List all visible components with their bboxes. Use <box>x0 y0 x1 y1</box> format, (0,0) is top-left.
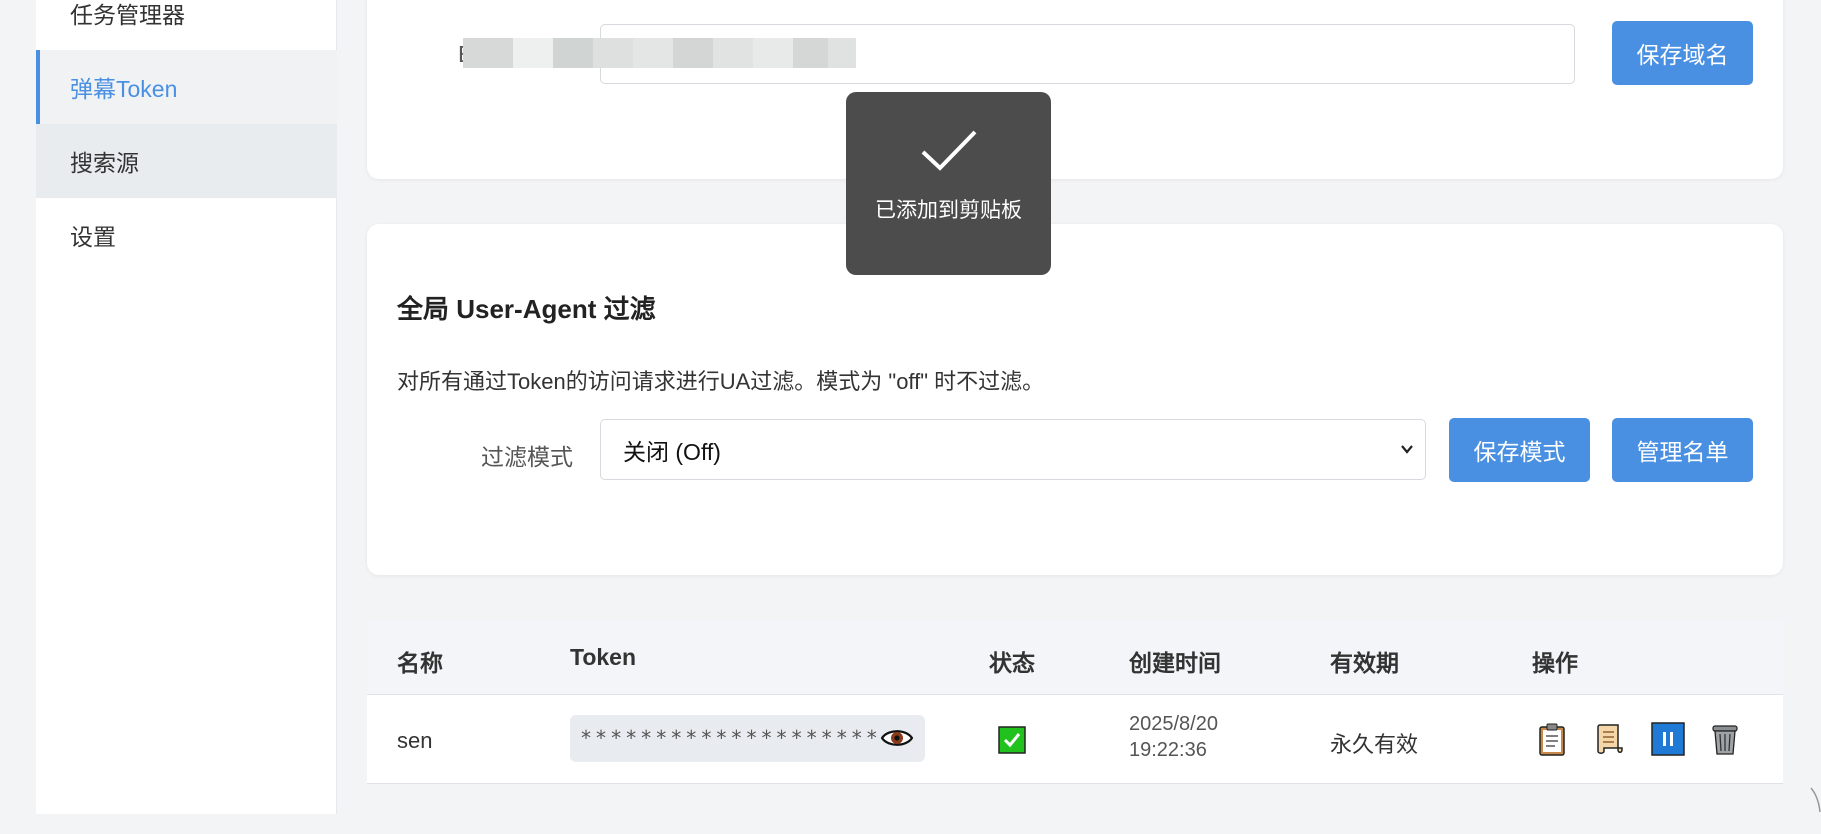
save-domain-button[interactable]: 保存域名 <box>1612 21 1753 85</box>
clipboard-toast: 已添加到剪贴板 <box>846 92 1051 275</box>
window-left-gutter <box>0 0 36 834</box>
column-header-actions: 操作 <box>1532 650 1578 676</box>
manage-list-button[interactable]: 管理名单 <box>1612 418 1753 482</box>
status-enabled-checkbox-icon[interactable] <box>998 726 1026 754</box>
scroll-icon[interactable] <box>1594 722 1626 756</box>
column-header-status: 状态 <box>989 650 1035 676</box>
save-mode-button[interactable]: 保存模式 <box>1449 418 1590 482</box>
sidebar-item-label: 任务管理器 <box>70 2 185 28</box>
column-header-created: 创建时间 <box>1129 650 1221 676</box>
column-header-validity: 有效期 <box>1330 650 1399 676</box>
chevron-down-icon <box>1401 445 1413 454</box>
validity-value: 永久有效 <box>1330 732 1419 757</box>
pause-icon[interactable] <box>1651 722 1685 756</box>
toast-message: 已添加到剪贴板 <box>875 199 1022 222</box>
token-name: sen <box>397 728 433 753</box>
created-date: 2025/8/20 <box>1129 713 1218 735</box>
eye-icon[interactable] <box>881 726 913 750</box>
sidebar-item-label: 弹幕Token <box>70 76 178 102</box>
token-masked-value: ******************** <box>580 726 881 750</box>
column-header-name: 名称 <box>397 650 443 676</box>
clipboard-icon[interactable] <box>1537 722 1567 756</box>
sidebar-item-label: 设置 <box>70 224 116 250</box>
sidebar-item-task-manager[interactable]: 任务管理器 <box>36 0 337 50</box>
filter-mode-selected-value: 关闭 (Off) <box>623 438 721 465</box>
resize-handle-icon[interactable] <box>1810 786 1821 814</box>
column-header-token: Token <box>570 644 637 670</box>
sidebar-item-settings[interactable]: 设置 <box>36 198 337 272</box>
sidebar-item-search-sources[interactable]: 搜索源 <box>36 124 337 198</box>
created-time: 19:22:36 <box>1129 739 1207 761</box>
redacted-domain-text <box>463 38 856 68</box>
sidebar-item-danmaku-token[interactable]: 弹幕Token <box>36 50 337 124</box>
sidebar-item-label: 搜索源 <box>70 150 139 176</box>
token-table-header: 名称 Token 状态 创建时间 有效期 操作 <box>367 620 1783 695</box>
token-value-box: ******************** <box>570 715 925 762</box>
trash-icon[interactable] <box>1710 722 1740 756</box>
checkmark-icon <box>921 130 976 171</box>
table-row: sen ******************** 2025/8/20 19:22… <box>367 695 1783 784</box>
filter-mode-label: 过滤模式 <box>481 444 573 470</box>
filter-mode-select[interactable]: 关闭 (Off) <box>600 419 1426 480</box>
ua-filter-card <box>367 224 1783 575</box>
ua-filter-description: 对所有通过Token的访问请求进行UA过滤。模式为 "off" 时不过滤。 <box>397 369 1045 394</box>
ua-filter-title: 全局 User-Agent 过滤 <box>397 294 656 324</box>
sidebar: 任务管理器 弹幕Token 搜索源 设置 <box>36 0 337 814</box>
